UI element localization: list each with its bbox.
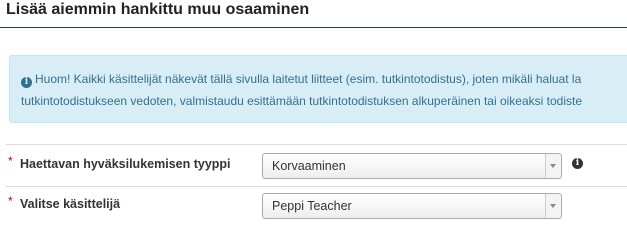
page-title: Lisää aiemmin hankittu muu osaaminen xyxy=(6,1,310,18)
notice-box: i Huom! Kaikki käsittelijät näkevät tällä… xyxy=(9,55,627,123)
recognition-type-select[interactable]: Korvaaminen xyxy=(262,153,562,179)
notice-line-2: tutkintotodistukseen vedoten, valmistaud… xyxy=(21,94,582,108)
notice-line-1: i Huom! Kaikki käsittelijät näkevät tällä… xyxy=(21,68,627,90)
required-marker: * xyxy=(8,194,13,208)
title-divider xyxy=(0,27,627,28)
handler-value: Peppi Teacher xyxy=(272,199,352,213)
notice-text-1: Huom! Kaikki käsittelijät näkevät tällä … xyxy=(35,72,582,86)
required-marker: * xyxy=(8,154,13,168)
form-divider-middle xyxy=(6,186,627,187)
chevron-down-icon[interactable] xyxy=(545,194,561,218)
handler-select[interactable]: Peppi Teacher xyxy=(262,193,562,219)
recognition-type-value: Korvaaminen xyxy=(272,159,346,173)
info-circle-icon: i xyxy=(21,77,32,88)
info-circle-icon[interactable]: i xyxy=(572,158,583,169)
chevron-down-icon[interactable] xyxy=(545,154,561,178)
handler-label: Valitse käsittelijä xyxy=(20,197,121,211)
form-divider-top xyxy=(6,144,627,145)
recognition-type-label: Haettavan hyväksilukemisen tyyppi xyxy=(20,157,231,171)
